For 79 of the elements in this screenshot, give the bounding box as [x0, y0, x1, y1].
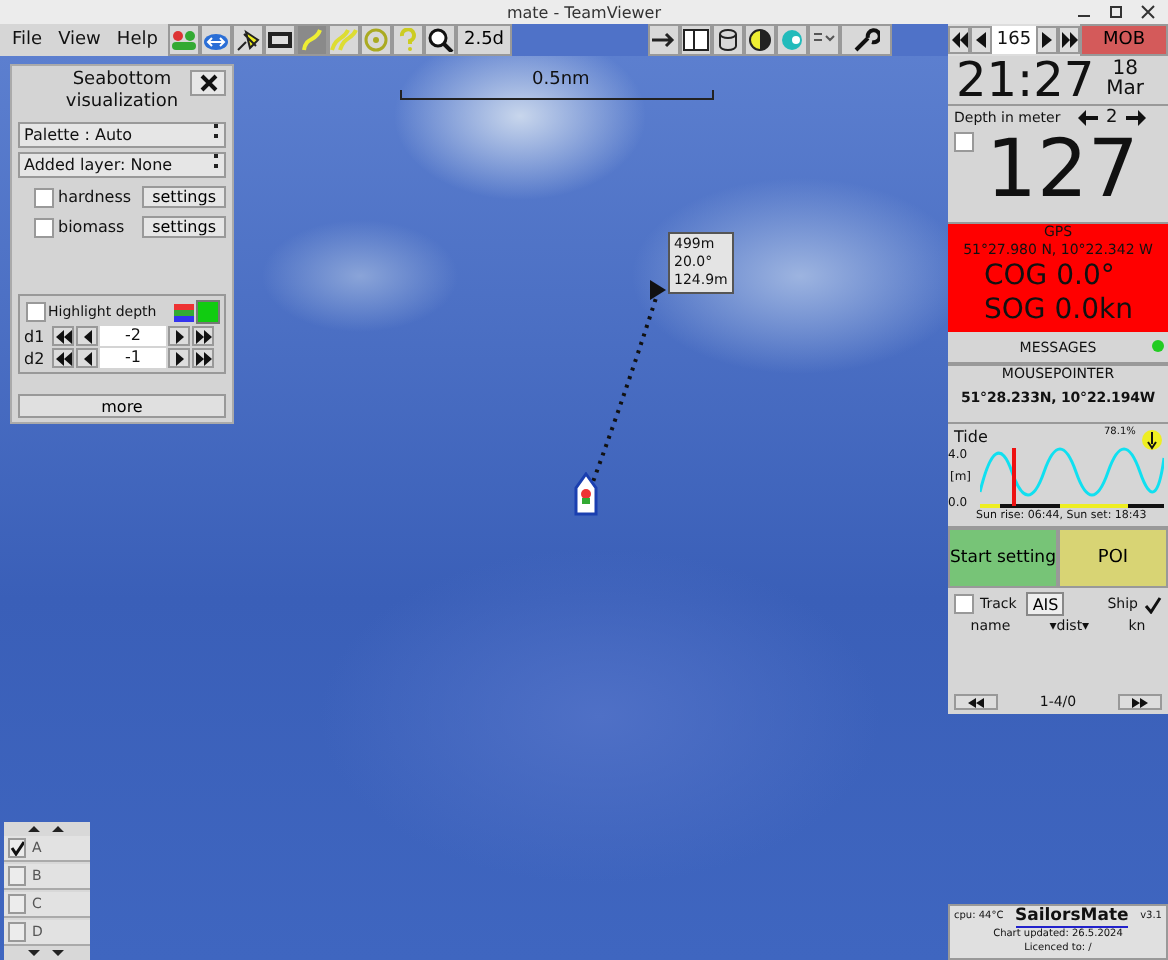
close-button[interactable]: [190, 70, 226, 96]
settings-button[interactable]: settings: [142, 186, 226, 208]
status-dot: [1152, 340, 1164, 352]
sog-value: SOG 0.0kn: [982, 294, 1133, 328]
screen-icon[interactable]: [264, 24, 296, 56]
date-month: Mar: [1106, 80, 1145, 100]
waypoint-arrow-icon: [650, 280, 666, 300]
right-triangle-icon[interactable]: [1042, 32, 1052, 48]
close-icon[interactable]: [199, 74, 217, 92]
swap-arrows-icon[interactable]: [200, 24, 232, 56]
people-icon[interactable]: [168, 24, 200, 56]
close-icon[interactable]: [1140, 4, 1156, 20]
app-name: SailorsMate: [1015, 906, 1129, 928]
previous-button[interactable]: [954, 694, 998, 710]
depth-page-number: 2: [1106, 108, 1118, 128]
checkbox[interactable]: [34, 217, 54, 237]
warning-icon: [1142, 428, 1162, 452]
clock-time: 21:27: [956, 56, 1095, 104]
page-number-field[interactable]: 165: [992, 26, 1036, 54]
rewind-icon[interactable]: [951, 32, 967, 48]
scale-label: 0.5nm: [532, 70, 590, 90]
checkbox[interactable]: [8, 838, 26, 858]
depth-field[interactable]: -1: [100, 348, 166, 368]
color-swatch[interactable]: [196, 300, 220, 324]
cog-value: COG 0.0°: [982, 260, 1115, 294]
view-mode-button[interactable]: 2.5d: [456, 24, 512, 56]
checkbox[interactable]: [8, 922, 26, 942]
depth-value: 127: [986, 128, 1139, 212]
first-page-button[interactable]: [948, 26, 970, 54]
last-page-button[interactable]: [1058, 26, 1080, 54]
checkbox[interactable]: [34, 187, 54, 207]
layer-dropdown[interactable]: Added layer: None: [18, 152, 226, 178]
left-arrow-icon[interactable]: [1078, 110, 1098, 126]
spinner-icon[interactable]: [214, 154, 220, 168]
poi-button[interactable]: POI: [1058, 528, 1168, 588]
left-triangle-icon[interactable]: [976, 32, 986, 48]
boat-icon: [574, 472, 598, 516]
layer-label: hardness: [58, 188, 134, 206]
panel-title: Seabottom visualization: [63, 70, 181, 116]
panels-icon[interactable]: [680, 24, 712, 56]
check-icon[interactable]: [1144, 595, 1162, 613]
ais-tab[interactable]: AIS: [1026, 592, 1065, 616]
fast-forward-icon[interactable]: [1061, 32, 1077, 48]
start-setting-button[interactable]: Start setting: [948, 528, 1058, 588]
menu-item[interactable]: View: [50, 30, 109, 50]
checkbox[interactable]: [26, 302, 46, 322]
depth-label: d1: [24, 327, 47, 345]
mob-button[interactable]: MOB: [1080, 24, 1168, 56]
settings-button[interactable]: settings: [142, 216, 226, 238]
checkbox[interactable]: [954, 132, 974, 152]
checkbox[interactable]: [8, 894, 26, 914]
maximize-icon[interactable]: [1108, 4, 1124, 20]
menu-item[interactable]: File: [4, 30, 51, 50]
menu-item[interactable]: Help: [108, 30, 166, 50]
back-button[interactable]: [76, 326, 98, 346]
fast-forward-icon[interactable]: [1132, 697, 1148, 707]
depth-field[interactable]: -2: [100, 326, 166, 346]
tide-title: Tide: [954, 428, 988, 446]
window-title: mate - TeamViewer: [506, 3, 662, 21]
dropdown-icon[interactable]: [808, 24, 840, 56]
more-button[interactable]: more: [18, 394, 226, 418]
back-button[interactable]: [76, 348, 98, 368]
database-icon[interactable]: [712, 24, 744, 56]
zoom-icon[interactable]: [424, 24, 456, 56]
color-bars-icon[interactable]: [174, 302, 194, 322]
pin-icon[interactable]: [232, 24, 264, 56]
layer-label: biomass: [58, 218, 127, 236]
rewind-icon[interactable]: [968, 697, 984, 707]
next-button[interactable]: [1118, 694, 1162, 710]
checkbox[interactable]: [8, 866, 26, 886]
right-arrow-icon[interactable]: [1125, 110, 1146, 126]
palette-dropdown[interactable]: Palette : Auto: [18, 122, 226, 148]
forward-button[interactable]: [168, 326, 190, 346]
date-day: 18: [1112, 60, 1138, 80]
depth-label: d2: [24, 349, 47, 367]
contrast-icon[interactable]: [744, 24, 776, 56]
forward-button[interactable]: [168, 348, 190, 368]
spinner-icon[interactable]: [214, 124, 220, 138]
checkbox[interactable]: [954, 594, 974, 614]
